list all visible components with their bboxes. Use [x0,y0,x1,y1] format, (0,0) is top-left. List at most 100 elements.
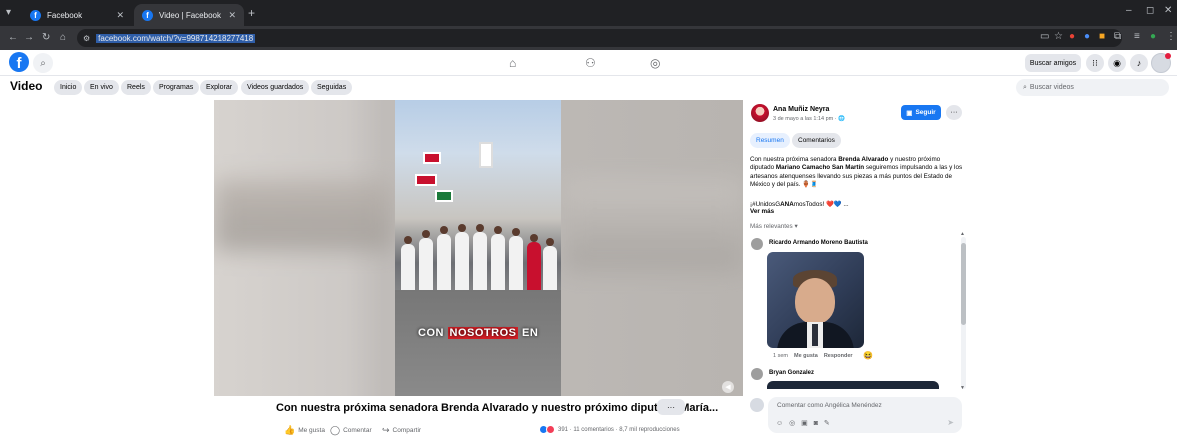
facebook-header: f ⌕ ⌂ ⚇ ◎ Buscar amigos ⁝⁝ ◉ ♪ [0,50,1177,76]
commenter-avatar[interactable] [751,238,763,250]
thumbs-up-icon: 👍 [284,425,296,435]
green-flag [435,190,453,202]
post-description: Con nuestra próxima senadora Brenda Alva… [750,156,963,189]
comment-button[interactable]: ◯ Comentar [330,425,372,436]
laugh-reaction-icon: 😆 [863,351,873,360]
hashtag-text: mosTodos! ❤️💙 ... [793,201,849,208]
blurred-backdrop-left [214,180,394,250]
chip-seguidas[interactable]: Seguidas [311,80,353,95]
extension-orange-icon[interactable]: ■ [1099,31,1105,42]
comments-scrollbar[interactable]: ▲ ▼ [960,231,966,391]
extension-red-icon[interactable]: ● [1069,31,1075,42]
tab-facebook[interactable]: f Facebook ✕ [22,4,132,26]
panel-more-button[interactable]: ··· [946,105,962,120]
page-title: Video [10,79,43,93]
bookmark-star-icon[interactable]: ☆ [1054,31,1063,42]
chip-explorar[interactable]: Explorar [200,80,239,95]
forward-icon[interactable]: → [24,32,34,43]
messenger-icon[interactable]: ◉ [1108,54,1126,72]
caption-word: EN [522,327,539,339]
comment-gif-partial[interactable] [767,381,939,389]
road [395,290,561,396]
follow-icon: ▣ [906,109,913,117]
scroll-down-icon[interactable]: ▼ [960,385,965,391]
chip-inicio[interactable]: Inicio [54,80,83,95]
scroll-thumb[interactable] [961,243,966,325]
tab-search-icon[interactable]: ▾ [6,7,18,19]
follow-button[interactable]: ▣ Seguir [901,105,941,120]
home-icon[interactable]: ⌂ [60,32,66,43]
commenter-avatar[interactable] [751,368,763,380]
comment-input[interactable]: Comentar como Angélica Menéndez ☺ ◎ ▣ ◙ … [768,397,962,433]
blurred-backdrop-right [564,180,743,270]
search-icon[interactable]: ⌕ [33,53,53,73]
close-window-button[interactable]: ✕ [1164,5,1172,16]
reload-icon[interactable]: ↻ [42,32,50,43]
desc-bold: Brenda Alvarado [838,156,889,163]
cast-icon[interactable]: ▭ [1040,31,1049,42]
facebook-favicon-icon: f [30,9,41,21]
person [401,236,415,290]
back-icon[interactable]: ← [8,32,18,43]
video-frame[interactable] [395,100,561,396]
browser-tab-bar: ▾ f Facebook ✕ f Video | Facebook ✕ + – … [0,0,1177,26]
address-bar[interactable]: ⚙ facebook.com/watch/?v=998714218277418 [77,29,1122,47]
comment-time: 1 sem [773,353,788,359]
composer-tool-icons[interactable]: ☺ ◎ ▣ ◙ ✎ [776,419,832,427]
home-nav-icon[interactable]: ⌂ [509,56,516,70]
video-subnav: Video Inicio En vivo Reels Programas Exp… [0,77,1177,98]
share-button[interactable]: ↪ Compartir [382,425,421,436]
tab-comentarios[interactable]: Comentarios [792,133,841,148]
close-tab-icon[interactable]: ✕ [228,10,236,21]
menu-grid-icon[interactable]: ⁝⁝ [1086,54,1104,72]
comment-sort-dropdown[interactable]: Más relevantes ▾ [750,223,798,230]
chip-programas[interactable]: Programas [153,80,200,95]
post-hashtags[interactable]: ¡#UnidosGANAmosTodos! ❤️💙 ... [750,200,849,208]
video-more-button[interactable]: ··· [657,399,685,415]
new-tab-button[interactable]: + [248,6,255,20]
see-more-link[interactable]: Ver más [750,208,774,215]
love-reaction-icon [546,425,555,434]
author-name[interactable]: Ana Muñiz Neyra [773,106,829,113]
comment-reply-link[interactable]: Responder [824,353,853,359]
commenter-name[interactable]: Bryan Gonzalez [769,370,814,376]
comment-like-link[interactable]: Me gusta [794,353,818,359]
video-stats: 391 · 11 comentarios · 8,7 mil reproducc… [539,425,680,434]
tab-video-facebook[interactable]: f Video | Facebook ✕ [134,4,244,26]
site-info-icon[interactable]: ⚙ [83,34,90,43]
desc-text: Con nuestra próxima senadora [750,156,839,163]
profile-icon[interactable]: ● [1150,31,1156,42]
menu-dots-icon[interactable]: ⋮ [1166,31,1176,42]
person [419,230,433,290]
commenter-name[interactable]: Ricardo Armando Moreno Bautista [769,240,868,246]
extensions-puzzle-icon[interactable]: ⧉ [1114,31,1121,42]
close-tab-icon[interactable]: ✕ [116,10,124,21]
send-icon[interactable]: ➤ [947,418,954,427]
maximize-button[interactable]: ◻ [1146,5,1154,16]
scroll-up-icon[interactable]: ▲ [960,231,965,237]
like-button[interactable]: 👍 Me gusta [284,425,325,436]
media-icon[interactable]: ≡ [1134,31,1140,42]
comment-gif[interactable] [767,252,864,348]
tab-resumen[interactable]: Resumen [750,133,790,148]
extension-blue-icon[interactable]: ● [1084,31,1090,42]
gaming-nav-icon[interactable]: ◎ [650,56,660,70]
account-avatar[interactable] [1151,53,1171,73]
volume-icon[interactable]: ◀ [722,381,734,393]
chip-videos-guardados[interactable]: Videos guardados [241,80,310,95]
hashtag-bold: ANA [780,201,794,208]
stats-text: 391 · 11 comentarios · 8,7 mil reproducc… [558,426,680,433]
notifications-bell-icon[interactable]: ♪ [1130,54,1148,72]
tab-title: Facebook [47,10,83,20]
minimize-button[interactable]: – [1126,5,1132,16]
video-search-input[interactable]: ⌕ Buscar videos [1016,79,1169,96]
author-avatar[interactable] [751,104,769,122]
chip-reels[interactable]: Reels [121,80,151,95]
facebook-logo[interactable]: f [9,52,29,72]
caption-word: CON [418,327,444,339]
post-date: 3 de mayo a las 1:14 pm · 🌐 [773,116,845,122]
notification-dot [1165,53,1171,59]
chip-en-vivo[interactable]: En vivo [84,80,119,95]
friends-nav-icon[interactable]: ⚇ [585,56,596,70]
find-friends-button[interactable]: Buscar amigos [1025,54,1081,72]
